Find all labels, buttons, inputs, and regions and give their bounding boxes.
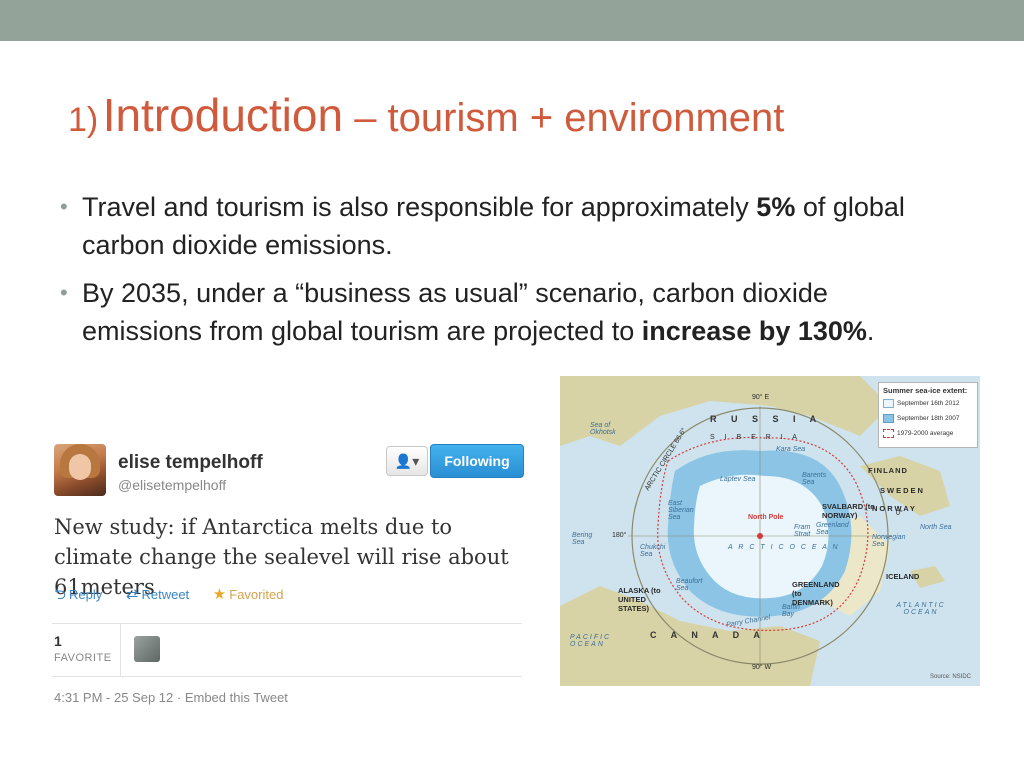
stats-divider (120, 624, 121, 676)
title-main: Introduction (102, 89, 344, 141)
tweet-actions: ⮌ Reply ⇄ Retweet ★ Favorited (54, 584, 303, 609)
map-label-north-sea: North Sea (920, 524, 952, 531)
map-label-greenland: GREENLAND (to DENMARK) (792, 580, 840, 607)
favorite-count-label: FAVORITE (54, 652, 112, 664)
title-number: 1) (68, 101, 99, 139)
map-label-canada: C A N A D A (650, 630, 766, 640)
retweet-button[interactable]: ⇄ Retweet (126, 585, 199, 603)
reply-button[interactable]: ⮌ Reply (54, 584, 112, 609)
arctic-sea-ice-map: Summer sea-ice extent: September 16th 20… (560, 376, 980, 686)
map-label-180: 180° (612, 532, 627, 539)
map-label-greenland-sea: Greenland Sea (816, 522, 849, 536)
map-label-sea-of-okhotsk: Sea of Okhotsk (590, 422, 616, 436)
following-button[interactable]: Following (430, 444, 524, 478)
legend-swatch (883, 414, 894, 423)
star-icon: ★ (212, 586, 227, 603)
tweet-author-handle[interactable]: @elisetempelhoff (118, 477, 226, 493)
legend-swatch (883, 429, 894, 438)
map-legend: Summer sea-ice extent: September 16th 20… (878, 382, 978, 448)
map-label-fram-strait: Fram Strait (794, 524, 811, 538)
map-label-siberia: S I B E R I A (710, 434, 801, 441)
bullet-item: • By 2035, under a “business as usual” sc… (60, 274, 930, 350)
bullet-dot: • (60, 280, 68, 305)
slide-title: 1) Introduction – tourism + environment (68, 88, 784, 152)
map-source: Source: NSIDC (930, 674, 972, 680)
map-label-kara-sea: Kara Sea (776, 446, 806, 453)
bullet-emphasis: increase by 130% (641, 316, 867, 346)
map-label-bering-sea: Bering Sea (572, 532, 593, 546)
favorited-button[interactable]: ★ Favorited (213, 585, 294, 603)
map-label-alaska: ALASKA (to UNITED STATES) (618, 586, 661, 613)
map-label-north-pole: North Pole (748, 514, 784, 521)
map-label-svalbard: SVALBARD (to NORWAY) (822, 502, 875, 520)
map-label-pacific-ocean: PACIFIC OCEAN (570, 634, 612, 648)
map-label-barents-sea: Barents Sea (802, 472, 827, 486)
map-label-finland: FINLAND (868, 466, 908, 475)
map-label-90e: 90° E (752, 394, 770, 401)
tweet-timestamp: 4:31 PM - 25 Sep 12 · Embed this Tweet (54, 690, 288, 705)
embedded-tweet: elise tempelhoff @elisetempelhoff 👤▾ Fol… (52, 440, 524, 710)
retweet-icon: ⇄ (125, 586, 139, 603)
map-label-sweden: SWEDEN (880, 486, 925, 495)
map-label-norwegian-sea: Norwegian Sea (872, 534, 906, 548)
map-label-russia: R U S S I A (710, 414, 823, 424)
legend-item: September 16th 2012 (883, 399, 960, 408)
embed-tweet-link[interactable]: Embed this Tweet (185, 690, 288, 705)
user-menu-button[interactable]: 👤▾ (386, 446, 428, 476)
favoriter-avatar[interactable] (134, 636, 160, 662)
legend-swatch (883, 399, 894, 408)
bullet-dot: • (60, 194, 68, 219)
map-label-laptev-sea: Laptev Sea (720, 476, 756, 483)
tweet-date[interactable]: 4:31 PM - 25 Sep 12 · (54, 690, 181, 705)
map-label-east-siberian-sea: East Siberian Sea (668, 500, 694, 521)
legend-item: 1979-2000 average (883, 429, 953, 438)
map-label-atlantic-ocean: ATLANTIC OCEAN (896, 602, 946, 616)
map-label-arctic-ocean: A R C T I C O C E A N (728, 544, 840, 551)
bullet-item: • Travel and tourism is also responsible … (60, 188, 930, 264)
map-label-norway: NORWAY (872, 504, 917, 513)
top-accent-band (0, 0, 1024, 41)
tweet-stats: 1 FAVORITE (52, 623, 522, 677)
bullet-text: Travel and tourism is also responsible f… (82, 192, 757, 222)
bullet-list: • Travel and tourism is also responsible … (60, 188, 930, 360)
legend-item: September 18th 2007 (883, 414, 960, 423)
map-label-beaufort-sea: Beaufort Sea (676, 578, 703, 592)
favorite-count[interactable]: 1 (54, 633, 62, 649)
reply-icon: ⮌ (54, 586, 67, 603)
legend-title: Summer sea-ice extent: (883, 386, 968, 395)
tweet-author-name[interactable]: elise tempelhoff (118, 452, 263, 474)
map-label-chukchi-sea: Chukchi Sea (640, 544, 666, 558)
avatar[interactable] (54, 444, 106, 496)
bullet-emphasis: 5% (756, 192, 796, 222)
title-subtitle: – tourism + environment (343, 96, 785, 140)
map-label-iceland: ICELAND (886, 572, 920, 581)
bullet-text: . (866, 316, 875, 346)
map-label-90w: 90° W (752, 664, 772, 671)
